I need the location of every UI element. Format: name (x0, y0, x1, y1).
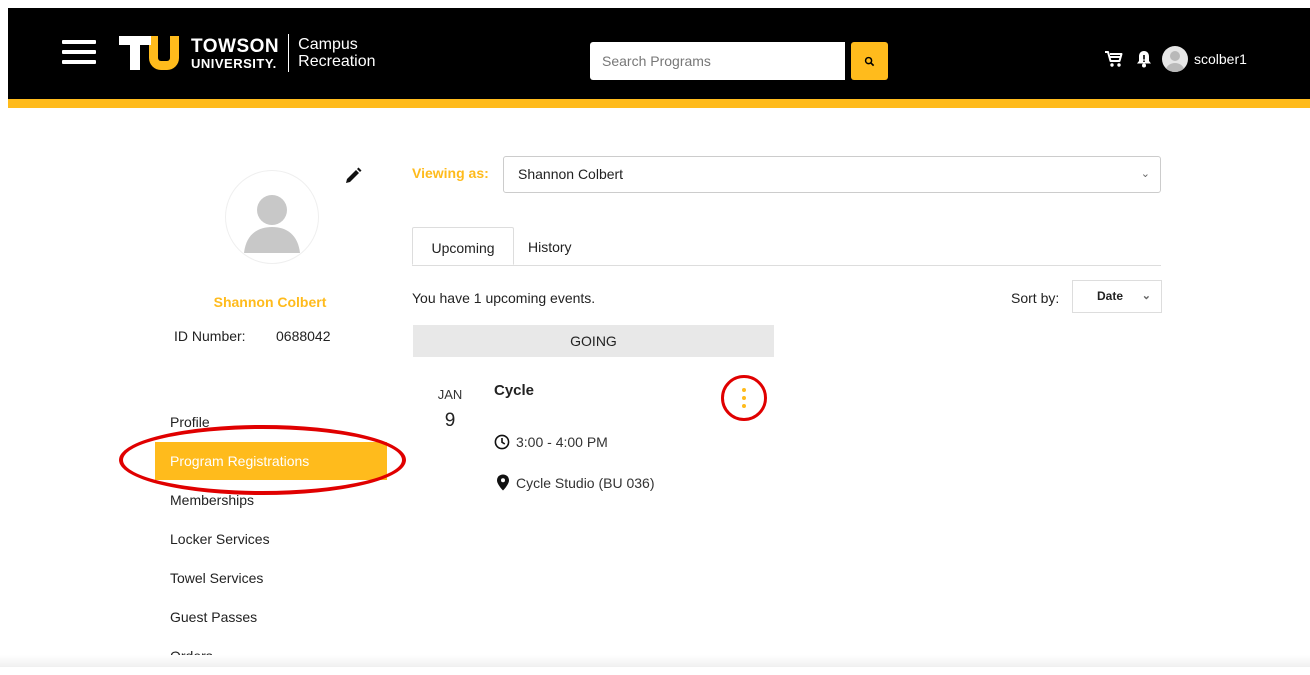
bottom-edge (0, 655, 1310, 667)
chevron-down-icon: ⌄ (1140, 168, 1150, 180)
event-title[interactable]: Cycle (494, 382, 534, 399)
logo-campus-text: Campus (298, 36, 358, 53)
sort-by-value: Date (1097, 289, 1124, 303)
profile-placeholder-icon (244, 195, 300, 253)
logo-towson-text: TOWSON (191, 35, 280, 57)
logo-divider (288, 34, 290, 72)
search-bar (590, 42, 888, 80)
hamburger-menu-icon[interactable] (62, 34, 96, 74)
more-options-icon[interactable] (736, 386, 752, 412)
id-number-value: 0688042 (276, 328, 331, 344)
tab-bar: Upcoming History (412, 227, 1161, 266)
sidebar-item-guest-passes[interactable]: Guest Passes (155, 598, 387, 636)
bell-icon[interactable] (1136, 50, 1152, 68)
edit-pencil-icon[interactable] (343, 166, 363, 186)
logo-university-text: UNIVERSITY. (191, 55, 277, 71)
sidebar-item-locker-services[interactable]: Locker Services (155, 520, 387, 558)
sidebar-item-towel-services[interactable]: Towel Services (155, 559, 387, 597)
sidebar-item-program-registrations[interactable]: Program Registrations (155, 442, 387, 480)
viewing-as-select[interactable]: Shannon Colbert ⌄ (503, 156, 1161, 193)
cart-icon[interactable] (1104, 49, 1124, 69)
sort-by-label: Sort by: (1011, 290, 1060, 306)
chevron-down-icon: ⌄ (1141, 290, 1151, 302)
upcoming-count-text: You have 1 upcoming events. (412, 290, 596, 306)
sort-by-select[interactable]: Date ⌄ (1072, 280, 1162, 313)
profile-avatar (225, 170, 319, 264)
search-input[interactable] (590, 42, 845, 80)
towson-logo[interactable]: TOWSON UNIVERSITY. Campus Recreation (119, 33, 376, 73)
viewing-as-label: Viewing as: (412, 165, 489, 181)
event-day: 9 (444, 410, 456, 431)
event-month: JAN (437, 387, 463, 402)
id-number-row: ID Number: 0688042 (174, 328, 331, 344)
user-avatar-icon (1165, 51, 1185, 72)
id-number-label: ID Number: (174, 328, 246, 344)
logo-campus-recreation: Campus Recreation (298, 36, 375, 70)
search-button[interactable] (851, 42, 888, 80)
viewing-as-value: Shannon Colbert (518, 166, 624, 182)
tab-history[interactable]: History (528, 227, 572, 265)
logo-wordmark: TOWSON UNIVERSITY. (191, 37, 279, 70)
event-location: Cycle Studio (BU 036) (494, 474, 655, 491)
username-label[interactable]: scolber1 (1194, 51, 1247, 67)
sidebar-item-memberships[interactable]: Memberships (155, 481, 387, 519)
logo-recreation-text: Recreation (298, 53, 376, 70)
user-avatar[interactable] (1162, 46, 1188, 72)
map-pin-icon (497, 474, 509, 491)
profile-name: Shannon Colbert (213, 294, 327, 310)
user-area: scolber1 (1104, 42, 1247, 76)
event-location-text: Cycle Studio (BU 036) (516, 474, 655, 491)
search-icon (864, 56, 875, 66)
going-section-header: GOING (413, 325, 774, 357)
clock-icon (494, 434, 510, 450)
sidebar-item-profile[interactable]: Profile (155, 403, 387, 441)
event-time-text: 3:00 - 4:00 PM (516, 434, 608, 450)
tab-upcoming[interactable]: Upcoming (412, 227, 514, 265)
tu-logo-icon (119, 36, 179, 70)
event-time: 3:00 - 4:00 PM (494, 434, 608, 450)
top-bar: TOWSON UNIVERSITY. Campus Recreation Sea… (8, 8, 1310, 108)
